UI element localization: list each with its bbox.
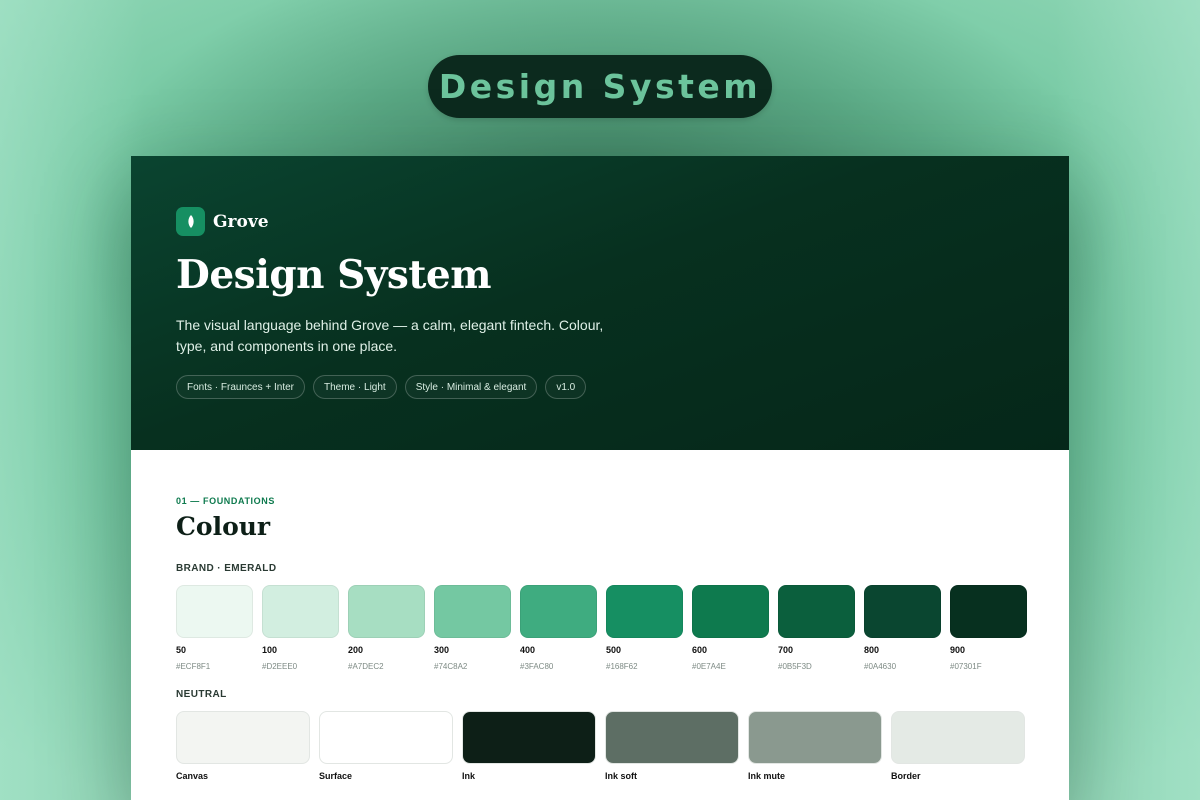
color-swatch [891, 711, 1025, 764]
swatch-step: 400 [520, 645, 536, 655]
section-eyebrow: 01 — FOUNDATIONS [176, 496, 275, 506]
swatch-step: 100 [262, 645, 278, 655]
neutral-name: Ink soft [605, 771, 638, 781]
color-swatch [748, 711, 882, 764]
swatch-step: 500 [606, 645, 622, 655]
swatch-600[interactable]: 600 #0E7A4E [692, 585, 769, 671]
color-swatch [605, 711, 739, 764]
color-swatch [864, 585, 941, 638]
brand[interactable]: Grove [176, 207, 269, 236]
tag-style: Style · Minimal & elegant [404, 375, 538, 399]
swatch-step: 200 [348, 645, 364, 655]
neutral-ink[interactable]: Ink [462, 711, 596, 781]
color-swatch [520, 585, 597, 638]
swatch-step: 700 [778, 645, 794, 655]
swatch-hex: #D2EEE0 [262, 662, 298, 671]
swatch-100[interactable]: 100 #D2EEE0 [262, 585, 339, 671]
color-swatch [176, 711, 310, 764]
color-swatch [692, 585, 769, 638]
swatch-step: 300 [434, 645, 450, 655]
swatch-step: 600 [692, 645, 708, 655]
swatch-hex: #0B5F3D [778, 662, 812, 671]
brand-swatch-row: 50 #ECF8F1 100 #D2EEE0 200 #A7DEC2 300 #… [176, 585, 1027, 671]
color-swatch [348, 585, 425, 638]
hero-section: Grove Design System The visual language … [131, 156, 1069, 450]
swatch-50[interactable]: 50 #ECF8F1 [176, 585, 253, 671]
swatch-step: 50 [176, 645, 187, 655]
swatch-400[interactable]: 400 #3FAC80 [520, 585, 597, 671]
color-swatch [462, 711, 596, 764]
neutral-name: Surface [319, 771, 353, 781]
swatch-step: 800 [864, 645, 880, 655]
tag-version: v1.0 [545, 375, 587, 399]
color-swatch [434, 585, 511, 638]
swatch-hex: #0A4630 [864, 662, 897, 671]
banner-pill: Design System [428, 55, 772, 118]
swatch-hex: #168F62 [606, 662, 638, 671]
neutral-surface[interactable]: Surface [319, 711, 453, 781]
swatch-900[interactable]: 900 #07301F [950, 585, 1027, 671]
swatch-hex: #07301F [950, 662, 982, 671]
neutral-name: Ink [462, 771, 476, 781]
section-title: Colour [176, 512, 271, 541]
neutral-name: Ink mute [748, 771, 786, 781]
swatch-hex: #3FAC80 [520, 662, 554, 671]
color-swatch [950, 585, 1027, 638]
color-swatch [319, 711, 453, 764]
swatch-hex: #A7DEC2 [348, 662, 384, 671]
neutral-ink-mute[interactable]: Ink mute [748, 711, 882, 781]
tag-fonts: Fonts · Fraunces + Inter [176, 375, 305, 399]
banner-title: Design System [438, 67, 762, 106]
swatch-hex: #74C8A2 [434, 662, 468, 671]
leaf-icon [176, 207, 205, 236]
neutral-palette-label: NEUTRAL [176, 689, 227, 700]
brand-name: Grove [213, 211, 269, 232]
brand-palette-label: BRAND · EMERALD [176, 563, 277, 574]
neutral-name: Canvas [176, 771, 209, 781]
swatch-500[interactable]: 500 #168F62 [606, 585, 683, 671]
design-system-card: Grove Design System The visual language … [131, 156, 1069, 800]
swatch-200[interactable]: 200 #A7DEC2 [348, 585, 425, 671]
swatch-step: 900 [950, 645, 966, 655]
tag-list: Fonts · Fraunces + Inter Theme · Light S… [176, 375, 587, 399]
neutral-ink-soft[interactable]: Ink soft [605, 711, 739, 781]
swatch-300[interactable]: 300 #74C8A2 [434, 585, 511, 671]
swatch-700[interactable]: 700 #0B5F3D [778, 585, 855, 671]
swatch-hex: #0E7A4E [692, 662, 726, 671]
swatch-hex: #ECF8F1 [176, 662, 211, 671]
page-title: Design System [176, 252, 491, 298]
color-swatch [262, 585, 339, 638]
neutral-canvas[interactable]: Canvas [176, 711, 310, 781]
color-swatch [778, 585, 855, 638]
neutral-swatch-row: Canvas Surface Ink Ink soft Ink mute Bor… [176, 711, 1026, 781]
neutral-name: Border [891, 771, 921, 781]
tag-theme: Theme · Light [313, 375, 397, 399]
colour-section: 01 — FOUNDATIONS Colour BRAND · EMERALD … [176, 496, 1027, 781]
swatch-800[interactable]: 800 #0A4630 [864, 585, 941, 671]
neutral-border[interactable]: Border [891, 711, 1025, 781]
color-swatch [606, 585, 683, 638]
color-swatch [176, 585, 253, 638]
hero-description: The visual language behind Grove — a cal… [176, 317, 604, 354]
